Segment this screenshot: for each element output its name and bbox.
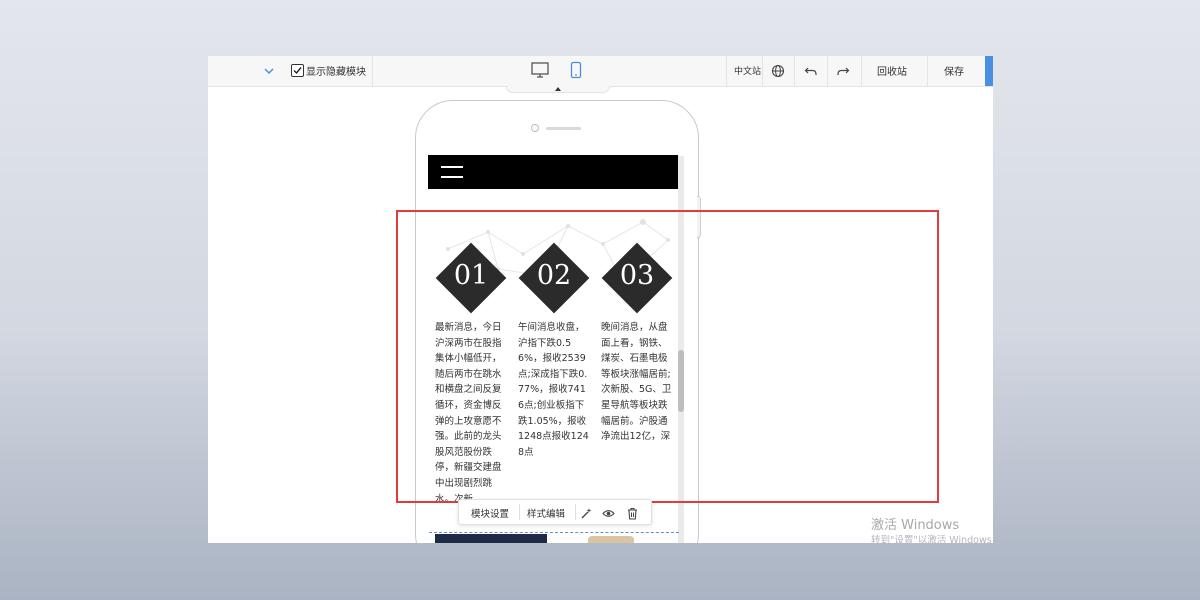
toolbar-accent-strip — [985, 56, 993, 86]
eye-icon[interactable] — [602, 505, 615, 518]
toolbar-divider — [861, 56, 862, 86]
windows-activation-title: 激活 Windows — [871, 518, 960, 533]
redo-icon[interactable] — [836, 63, 850, 77]
magic-wand-icon[interactable] — [580, 505, 593, 519]
windows-activation-subtitle: 转到"设置"以激活 Windows — [871, 535, 992, 543]
globe-icon[interactable] — [771, 63, 785, 78]
module-bar-divider — [519, 504, 520, 520]
editor-canvas: 显示隐藏模块 中文站 回收站 保存 01 最新消息，今日沪深两市在股指集体小幅低… — [208, 56, 993, 543]
show-hidden-checkbox[interactable] — [291, 64, 304, 77]
module-settings-button[interactable]: 模块设置 — [471, 506, 509, 520]
camera-icon — [531, 124, 539, 132]
module-bar-divider — [575, 504, 576, 520]
style-edit-button[interactable]: 样式编辑 — [527, 506, 565, 520]
hamburger-menu-icon[interactable] — [441, 165, 463, 179]
module-action-bar: 模块设置 样式编辑 — [458, 499, 652, 525]
recycle-bin-button[interactable]: 回收站 — [877, 63, 907, 78]
toolbar-divider — [372, 56, 373, 86]
toolbar-divider — [827, 56, 828, 86]
editor-toolbar: 显示隐藏模块 中文站 回收站 保存 — [208, 56, 993, 87]
mobile-view-icon[interactable] — [570, 61, 582, 79]
toolbar-divider — [927, 56, 928, 86]
next-module-image-gold — [588, 536, 634, 543]
language-switch[interactable]: 中文站 — [734, 64, 761, 77]
speaker-icon — [546, 127, 581, 130]
toolbar-divider — [762, 56, 763, 86]
show-hidden-label[interactable]: 显示隐藏模块 — [306, 63, 366, 78]
save-button[interactable]: 保存 — [944, 63, 964, 78]
toolbar-divider — [794, 56, 795, 86]
next-module-image-dark — [435, 534, 547, 543]
mobile-nav-bar — [428, 155, 678, 189]
caret-up-icon — [555, 87, 561, 91]
toolbar-divider — [726, 56, 727, 86]
desktop-view-icon[interactable] — [530, 61, 550, 79]
chevron-down-icon[interactable] — [262, 63, 276, 77]
trash-icon[interactable] — [626, 505, 639, 520]
selection-highlight-box — [396, 210, 939, 503]
undo-icon[interactable] — [804, 63, 818, 77]
